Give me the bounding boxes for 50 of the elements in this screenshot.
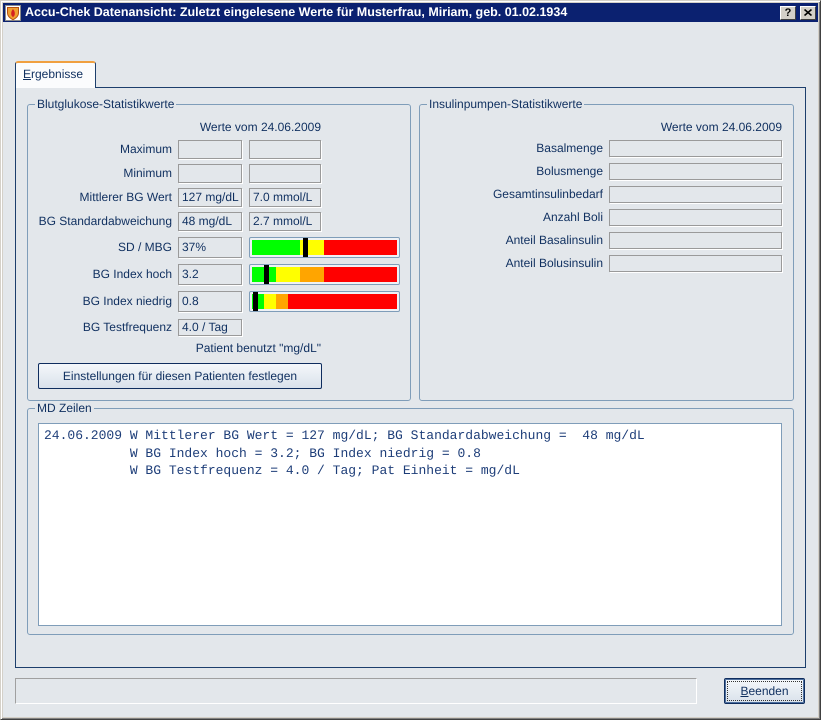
field-label: SD / MBG <box>116 240 172 255</box>
help-button[interactable]: ? <box>780 6 796 20</box>
group-title: Insulinpumpen-Statistikwerte <box>428 97 584 111</box>
value-field[interactable] <box>249 164 321 183</box>
field-label: Anteil Bolusinsulin <box>504 256 603 271</box>
value-field[interactable] <box>609 163 782 180</box>
gauge-zone <box>264 294 276 309</box>
value-field[interactable]: 48 mg/dL <box>178 212 242 231</box>
field-label: Anzahl Boli <box>542 210 603 225</box>
md-text-field[interactable]: 24.06.2009 W Mittlerer BG Wert = 127 mg/dL; BG Standardabweichung = 48 mg/dL W BG Index hoch = 3.2; BG Index niedrig = 0.8 W BG Testfrequenz = 4.0 / Tag; Pat Einheit = mg/dL <box>38 423 782 626</box>
group-title: Blutglukose-Statistikwerte <box>36 97 176 111</box>
value-field[interactable] <box>609 209 782 226</box>
shield-icon <box>5 4 21 20</box>
value-field[interactable] <box>178 140 242 159</box>
value-field[interactable]: 2.7 mmol/L <box>249 212 321 231</box>
tab[interactable]: Ergebnisse <box>15 61 96 88</box>
field-label: Anteil Basalinsulin <box>504 233 603 248</box>
field-label: Bolusmenge <box>535 164 603 179</box>
field-label: Minimum <box>122 166 172 181</box>
window-title: Accu-Chek Datenansicht: Zuletzt eingelesene Werte für Musterfrau, Miriam, geb. 01.02.1934 <box>25 5 568 20</box>
value-field[interactable]: 7.0 mmol/L <box>249 188 321 207</box>
group-title: MD Zeilen <box>36 401 93 415</box>
field-label: Basalmenge <box>535 141 603 156</box>
field-label: Maximum <box>118 142 172 157</box>
unit-note: Patient benutzt "mg/dL" <box>194 340 321 356</box>
value-field[interactable] <box>609 232 782 249</box>
value-field[interactable]: 37% <box>178 237 242 258</box>
close-button[interactable] <box>800 6 816 20</box>
value-field[interactable] <box>178 164 242 183</box>
value-field[interactable] <box>609 140 782 157</box>
field-label: BG Standardabweichung <box>38 214 172 229</box>
value-field[interactable] <box>609 186 782 203</box>
field-label: Mittlerer BG Wert <box>78 190 172 205</box>
value-field[interactable]: 4.0 / Tag <box>178 319 242 336</box>
value-field[interactable] <box>609 255 782 272</box>
date-caption: Werte vom 24.06.2009 <box>198 119 321 135</box>
gauge-zone <box>252 240 300 255</box>
date-caption: Werte vom 24.06.2009 <box>660 119 783 135</box>
gauge-zone <box>276 267 300 282</box>
value-field[interactable] <box>249 140 321 159</box>
exit-button[interactable]: Beenden <box>724 678 805 704</box>
field-label: Gesamtinsulinbedarf <box>492 187 603 202</box>
field-label: BG Testfrequenz <box>82 320 172 335</box>
close-icon <box>804 9 812 16</box>
value-field[interactable]: 127 mg/dL <box>178 188 242 207</box>
value-field[interactable]: 0.8 <box>178 291 242 312</box>
settings-button[interactable]: Einstellungen für diesen Patienten festlegen <box>38 363 322 389</box>
value-field[interactable]: 3.2 <box>178 264 242 285</box>
field-label: BG Index niedrig <box>82 294 172 309</box>
field-label: BG Index hoch <box>92 267 172 282</box>
